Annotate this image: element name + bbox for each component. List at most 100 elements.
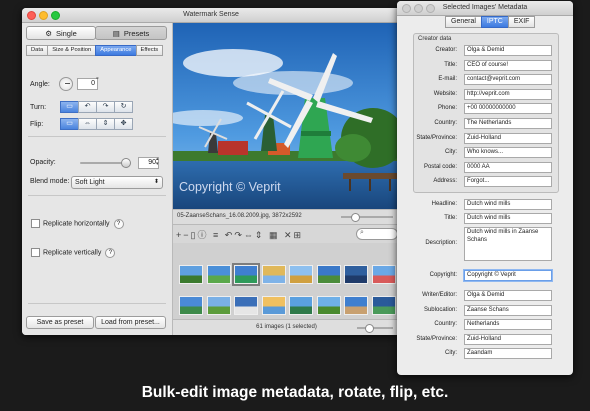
flip-horizontal-icon[interactable]: ⇔ xyxy=(244,230,255,240)
mode-presets-button[interactable]: ▤ Presets xyxy=(95,26,167,40)
creator-label-5: Country: xyxy=(434,120,457,126)
thumbnail[interactable] xyxy=(261,265,286,284)
location-field-2[interactable]: Netherlands xyxy=(464,319,552,331)
rotate-right-icon[interactable]: ↷ xyxy=(96,101,115,113)
thumbnail[interactable] xyxy=(206,265,231,284)
thumbnail[interactable] xyxy=(234,296,258,315)
turn-label: Turn: xyxy=(30,104,47,111)
blend-mode-select[interactable]: Soft Light ⬍ xyxy=(71,176,163,189)
copyright-field[interactable]: Copyright © Veprit xyxy=(464,270,552,281)
rotate-right-icon[interactable]: ↷ xyxy=(234,230,244,240)
select-all-icon[interactable]: ⊞ xyxy=(294,230,304,240)
creator-label-7: City: xyxy=(445,149,457,156)
blend-mode-label: Blend mode: xyxy=(30,178,70,185)
info-icon[interactable]: ⓘ xyxy=(197,230,208,240)
photo-preview[interactable]: Copyright © Veprit xyxy=(173,23,400,209)
load-preset-button[interactable]: Load from preset... xyxy=(95,316,166,329)
remove-icon[interactable]: − xyxy=(183,230,190,240)
thumbnail[interactable] xyxy=(261,296,286,315)
thumbnail[interactable] xyxy=(316,296,341,315)
tab-appearance[interactable]: Appearance xyxy=(95,45,137,56)
thumbnail[interactable] xyxy=(371,265,396,284)
thumbnail[interactable] xyxy=(371,296,396,315)
thumbnail[interactable] xyxy=(316,265,341,284)
rotate-180-icon[interactable]: ↻ xyxy=(114,101,133,113)
creator-field-2[interactable]: contact@veprit.com xyxy=(464,74,552,86)
flip-vertical-icon[interactable]: ⇕ xyxy=(255,230,265,240)
opacity-stepper[interactable]: ▴ ▾ xyxy=(156,157,162,168)
turn-none-button[interactable]: ▭ xyxy=(60,101,79,113)
tab-data[interactable]: Data xyxy=(26,45,49,56)
save-preset-button[interactable]: Save as preset xyxy=(26,316,94,329)
mode-single-button[interactable]: ⚙ Single xyxy=(26,26,96,40)
search-field[interactable]: ⌕ xyxy=(356,228,398,240)
location-field-4[interactable]: Zaandam xyxy=(464,348,552,360)
photo-filename: 05-ZaanseSchans_16.08.2009.jpg, 3872x259… xyxy=(177,213,302,219)
headline-label: Headline: xyxy=(431,201,457,207)
deselect-icon[interactable]: ✕ xyxy=(284,230,294,240)
chevron-updown-icon: ⬍ xyxy=(153,179,159,185)
creator-label-2: E-mail: xyxy=(438,76,457,83)
preview-zoom-slider[interactable] xyxy=(341,213,393,222)
turn-buttons: ▭ ↶ ↷ ↻ xyxy=(60,101,133,113)
flip-horizontal-icon[interactable]: ⇔ xyxy=(78,118,97,130)
title-field[interactable]: Dutch wind mills xyxy=(464,213,552,224)
photo-caption-bar: 05-ZaanseSchans_16.08.2009.jpg, 3872x259… xyxy=(173,209,400,224)
flip-both-icon[interactable]: ✥ xyxy=(114,118,133,130)
help-icon[interactable]: ? xyxy=(105,248,116,259)
thumbnail[interactable] xyxy=(179,265,203,284)
preview-zoom-knob[interactable] xyxy=(351,213,360,222)
creator-field-4[interactable]: +00 00000000000 xyxy=(464,103,552,115)
thumbnail[interactable] xyxy=(289,265,313,284)
location-field-1[interactable]: Zaanse Schans xyxy=(464,304,552,316)
tab-effects[interactable]: Effects xyxy=(135,45,164,56)
rotate-left-icon[interactable]: ↶ xyxy=(78,101,97,113)
headline-field[interactable]: Dutch wind mills xyxy=(464,199,552,210)
replicate-horizontally-checkbox[interactable] xyxy=(31,219,40,228)
angle-input[interactable]: 0 xyxy=(77,78,98,90)
list-icon: ▤ xyxy=(112,28,120,38)
settings-tabs: Data Size & Position Appearance Effects xyxy=(26,45,164,56)
help-icon[interactable]: ? xyxy=(113,219,124,230)
creator-field-7[interactable]: Who knows... xyxy=(464,147,552,159)
opacity-slider-knob[interactable] xyxy=(121,158,131,168)
thumbnail[interactable] xyxy=(179,296,203,315)
replicate-horizontally-label: Replicate horizontally xyxy=(43,220,110,228)
grid-icon[interactable]: ▦ xyxy=(269,230,280,240)
angle-dial[interactable] xyxy=(59,77,73,91)
thumbnail-size-slider[interactable] xyxy=(357,324,393,333)
creator-field-1[interactable]: CEO of course! xyxy=(464,59,552,71)
replicate-vertically-checkbox[interactable] xyxy=(31,248,40,257)
creator-label-3: Website: xyxy=(433,90,457,97)
creator-field-3[interactable]: http://veprit.com xyxy=(464,88,552,100)
thumbnail[interactable] xyxy=(344,265,368,284)
flip-none-button[interactable]: ▭ xyxy=(60,118,79,130)
creator-field-8[interactable]: 0000 AA xyxy=(464,161,552,173)
location-field-0[interactable]: Olga & Demid xyxy=(464,290,552,301)
replicate-horizontally-option[interactable]: Replicate horizontally? xyxy=(31,219,124,230)
location-field-3[interactable]: Zuid-Holland xyxy=(464,333,552,345)
thumbnail-size-knob[interactable] xyxy=(365,324,374,333)
flip-vertical-icon[interactable]: ⇕ xyxy=(96,118,115,130)
creator-field-6[interactable]: Zuid-Holland xyxy=(464,132,552,144)
window-title: Watermark Sense xyxy=(183,11,239,18)
list-view-icon[interactable]: ≡ xyxy=(213,230,220,240)
replicate-vertically-option[interactable]: Replicate vertically? xyxy=(31,248,116,259)
thumbnail[interactable] xyxy=(289,296,313,315)
thumbnail[interactable] xyxy=(344,296,368,315)
opacity-slider[interactable] xyxy=(80,158,131,168)
tab-size-position[interactable]: Size & Position xyxy=(47,45,97,56)
location-label-3: State/Province: xyxy=(416,335,457,342)
description-field[interactable]: Dutch wind mills in Zaanse Schans xyxy=(464,227,552,261)
settings-pane: ⚙ Single ▤ Presets Data Size & Position Ap… xyxy=(22,23,173,335)
location-label-2: Country: xyxy=(434,321,457,328)
divider xyxy=(28,303,166,304)
thumbnail[interactable] xyxy=(232,263,260,286)
thumbnail[interactable] xyxy=(206,296,231,315)
flip-label: Flip: xyxy=(30,121,44,128)
creator-field-9[interactable]: Forgot... xyxy=(464,176,552,188)
rotate-left-icon[interactable]: ↶ xyxy=(225,230,235,240)
creator-field-0[interactable]: Olga & Demid xyxy=(464,45,552,56)
mode-presets-label: Presets xyxy=(123,28,150,38)
creator-field-5[interactable]: The Netherlands xyxy=(464,118,552,129)
